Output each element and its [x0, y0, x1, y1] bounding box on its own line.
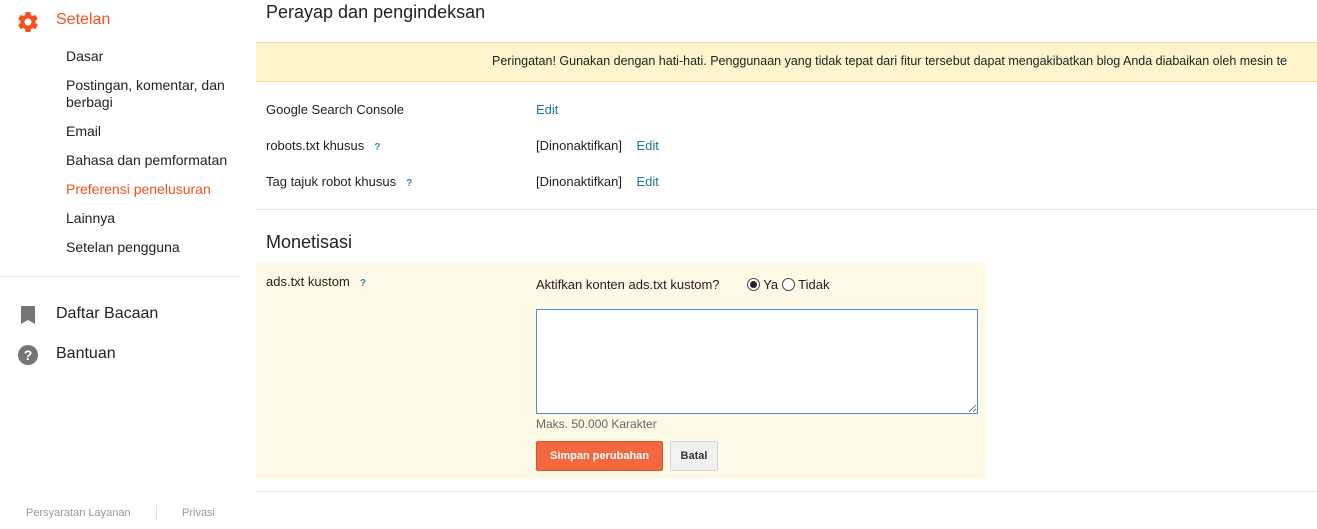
warning-text: Peringatan! Gunakan dengan hati-hati. Pe…	[492, 54, 1288, 68]
ads-txt-label: ads.txt kustom	[266, 274, 350, 289]
robot-tags-status: [Dinonaktifkan]	[536, 174, 622, 189]
row-label-robots-txt: robots.txt khusus?	[266, 138, 380, 153]
robots-txt-help-icon[interactable]: ?	[374, 142, 380, 153]
crawl-heading: Perayap dan pengindeksan	[266, 2, 486, 22]
ads-txt-toggle-row: Aktifkan konten ads.txt kustom? Ya Tidak	[536, 277, 829, 292]
row-label-search-console: Google Search Console	[266, 102, 405, 117]
terms-link[interactable]: Persyaratan Layanan	[26, 507, 131, 519]
help-circle-icon: ?	[18, 345, 38, 365]
robots-txt-status: [Dinonaktifkan]	[536, 138, 622, 153]
cancel-button[interactable]: Batal	[670, 441, 718, 471]
reading-list-label: Daftar Bacaan	[56, 305, 159, 322]
main-content: Perayap dan pengindeksan Peringatan! Gun…	[256, 0, 1317, 529]
radio-yes[interactable]	[746, 278, 760, 291]
sidebar-item-lainnya[interactable]: Lainnya	[66, 210, 115, 227]
radio-no[interactable]	[781, 278, 795, 291]
sidebar-item-preferensi-penelusuran[interactable]: Preferensi penelusuran	[66, 181, 211, 198]
monetization-heading: Monetisasi	[266, 232, 353, 252]
settings-title: Setelan	[56, 11, 111, 28]
sidebar-item-setelan-pengguna[interactable]: Setelan pengguna	[66, 239, 180, 256]
row-value-robot-tags: [Dinonaktifkan] Edit	[536, 174, 659, 189]
privacy-link[interactable]: Privasi	[182, 507, 215, 519]
section-divider	[256, 209, 1317, 210]
sidebar-item-bahasa[interactable]: Bahasa dan pemformatan	[66, 152, 227, 169]
sidebar-divider	[0, 276, 240, 277]
robots-txt-label: robots.txt khusus	[266, 138, 365, 153]
sidebar: Setelan Dasar Postingan, komentar, dan b…	[0, 0, 240, 529]
sidebar-item-postingan[interactable]: Postingan, komentar, dan berbagi	[66, 77, 236, 111]
edit-robot-tags-link[interactable]: Edit	[636, 174, 658, 189]
footer-divider	[156, 506, 157, 519]
ads-txt-help-icon[interactable]: ?	[360, 278, 366, 289]
svg-text:?: ?	[24, 347, 33, 363]
sidebar-item-email[interactable]: Email	[66, 123, 101, 140]
edit-search-console-link[interactable]: Edit	[536, 102, 558, 117]
row-value-robots-txt: [Dinonaktifkan] Edit	[536, 138, 659, 153]
row-label-robot-tags: Tag tajuk robot khusus?	[266, 174, 412, 189]
row-value-search-console: Edit	[536, 102, 558, 117]
settings-header[interactable]: Setelan	[16, 10, 110, 34]
row-label-ads-txt: ads.txt kustom?	[266, 274, 366, 289]
robot-tags-help-icon[interactable]: ?	[406, 178, 412, 189]
help-label: Bantuan	[56, 345, 116, 362]
bookmark-icon	[21, 306, 35, 324]
ads-txt-question: Aktifkan konten ads.txt kustom?	[536, 277, 720, 292]
save-button[interactable]: Simpan perubahan	[536, 441, 663, 471]
edit-robots-txt-link[interactable]: Edit	[636, 138, 658, 153]
max-characters-note: Maks. 50.000 Karakter	[536, 417, 657, 431]
radio-no-label[interactable]: Tidak	[798, 277, 829, 292]
gear-icon	[18, 12, 38, 33]
ads-txt-textarea[interactable]	[536, 309, 978, 414]
warning-banner: Peringatan! Gunakan dengan hati-hati. Pe…	[256, 42, 1317, 82]
robot-tags-label: Tag tajuk robot khusus	[266, 174, 397, 189]
sidebar-item-dasar[interactable]: Dasar	[66, 48, 103, 65]
bottom-divider	[256, 491, 1317, 492]
radio-yes-label[interactable]: Ya	[763, 277, 778, 292]
